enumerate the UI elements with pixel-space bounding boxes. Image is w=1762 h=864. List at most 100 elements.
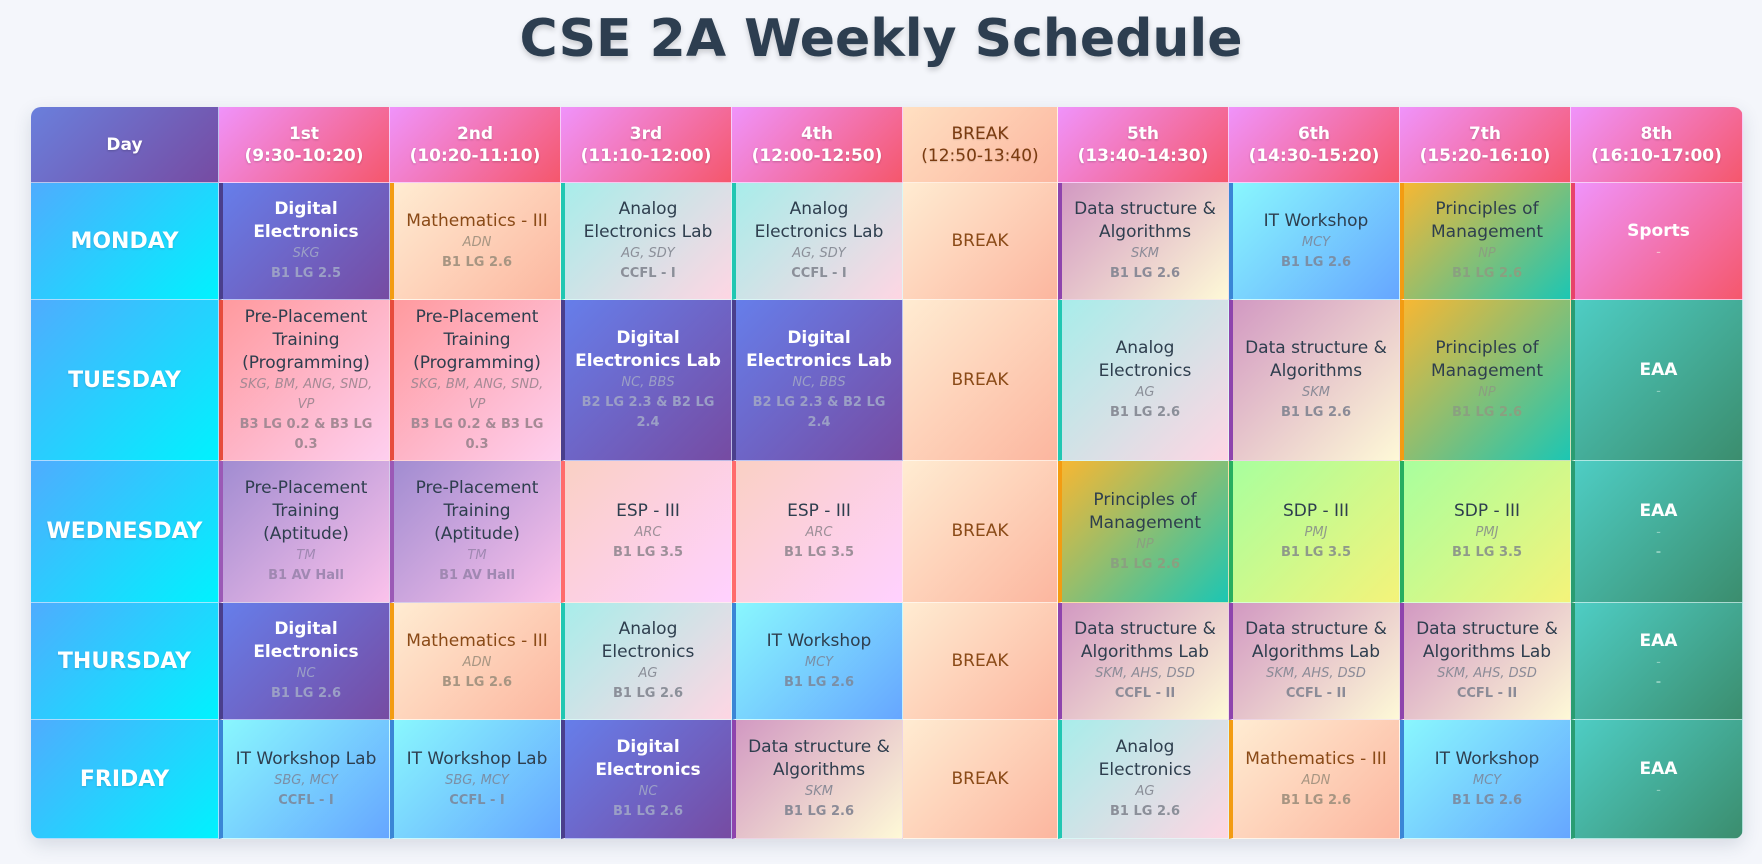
faculty: PMJ xyxy=(1475,525,1499,540)
class-cell[interactable]: Pre-Placement Training (Programming) SKG,… xyxy=(390,300,561,461)
class-cell[interactable]: IT Workshop Lab SBG, MCY CCFL - I xyxy=(390,720,561,839)
period-time: (10:20-11:10) xyxy=(409,145,541,166)
class-cell[interactable]: Analog Electronics AG B1 LG 2.6 xyxy=(1058,720,1229,839)
class-cell[interactable]: Digital Electronics SKG B1 LG 2.5 xyxy=(219,183,390,300)
day-label-thursday: THURSDAY xyxy=(31,603,219,720)
room: B2 LG 2.3 & B2 LG 2.4 xyxy=(581,395,715,430)
room: B1 LG 2.6 xyxy=(1110,556,1180,572)
class-cell[interactable]: Principles of Management NP B1 LG 2.6 xyxy=(1400,300,1571,461)
room: B3 LG 0.2 & B3 LG 0.3 xyxy=(410,416,544,452)
faculty: SKG, BM, ANG, SND, VP xyxy=(410,376,544,412)
room: B1 LG 2.6 xyxy=(784,804,854,819)
room: B1 LG 2.6 xyxy=(271,686,341,701)
class-cell[interactable]: Digital Electronics Lab NC, BBS B2 LG 2.3 … xyxy=(732,300,903,461)
subject: Digital Electronics Lab xyxy=(746,328,892,371)
faculty: ARC xyxy=(634,525,662,540)
class-cell[interactable]: Digital Electronics Lab NC, BBS B2 LG 2.3 … xyxy=(561,300,732,461)
room: B1 LG 2.6 xyxy=(1452,792,1522,808)
period-time: (14:30-15:20) xyxy=(1248,145,1380,166)
class-cell[interactable]: Data structure & Algorithms Lab SKM, AHS,… xyxy=(1400,603,1571,720)
room: CCFL - II xyxy=(1285,686,1347,701)
break-cell: BREAK xyxy=(903,461,1058,603)
class-cell[interactable]: Analog Electronics AG B1 LG 2.6 xyxy=(1058,300,1229,461)
faculty: NC, BBS xyxy=(792,375,846,390)
class-cell[interactable]: Analog Electronics Lab AG, SDY CCFL - I xyxy=(561,183,732,300)
class-cell[interactable]: Mathematics - III ADN B1 LG 2.6 xyxy=(390,183,561,300)
subject: Digital Electronics Lab xyxy=(575,328,721,371)
class-cell[interactable]: Data structure & Algorithms SKM B1 LG 2.6 xyxy=(1229,300,1400,461)
subject: Digital Electronics xyxy=(595,737,701,780)
room: B1 LG 2.6 xyxy=(1281,254,1351,270)
class-cell[interactable]: Sports - xyxy=(1571,183,1743,300)
break-cell: BREAK xyxy=(903,183,1058,300)
day-label-tuesday: TUESDAY xyxy=(31,300,219,461)
page-title: CSE 2A Weekly Schedule xyxy=(519,9,1243,69)
class-cell[interactable]: EAA - - xyxy=(1571,461,1743,603)
class-cell[interactable]: Digital Electronics NC B1 LG 2.6 xyxy=(561,720,732,839)
subject: Principles of Management xyxy=(1431,338,1543,381)
room: B1 LG 2.5 xyxy=(271,266,341,281)
class-cell[interactable]: EAA - xyxy=(1571,300,1743,461)
faculty: - xyxy=(1656,244,1661,260)
class-cell[interactable]: EAA - xyxy=(1571,720,1743,839)
class-cell[interactable]: Mathematics - III ADN B1 LG 2.6 xyxy=(390,603,561,720)
room: CCFL - I xyxy=(620,266,676,281)
faculty: AG xyxy=(638,666,658,681)
class-cell[interactable]: IT Workshop Lab SBG, MCY CCFL - I xyxy=(219,720,390,839)
class-cell[interactable]: Data structure & Algorithms Lab SKM, AHS,… xyxy=(1229,603,1400,720)
room: B1 LG 2.6 xyxy=(1110,266,1180,281)
room: B1 LG 3.5 xyxy=(1452,545,1522,560)
subject: Mathematics - III xyxy=(406,630,548,651)
room: B1 LG 2.6 xyxy=(613,686,683,701)
class-cell[interactable]: Data structure & Algorithms Lab SKM, AHS,… xyxy=(1058,603,1229,720)
class-cell[interactable]: Mathematics - III ADN B1 LG 2.6 xyxy=(1229,720,1400,839)
subject: Data structure & Algorithms xyxy=(1074,199,1216,242)
class-cell[interactable]: Analog Electronics AG B1 LG 2.6 xyxy=(561,603,732,720)
class-cell[interactable]: Data structure & Algorithms SKM B1 LG 2.6 xyxy=(1058,183,1229,300)
class-cell[interactable]: EAA - - xyxy=(1571,603,1743,720)
room: B3 LG 0.2 & B3 LG 0.3 xyxy=(239,416,373,452)
room: CCFL - I xyxy=(791,266,847,281)
class-cell[interactable]: Analog Electronics Lab AG, SDY CCFL - I xyxy=(732,183,903,300)
room: B1 LG 2.6 xyxy=(442,674,512,690)
period-name: 3rd xyxy=(629,123,663,144)
class-cell[interactable]: IT Workshop MCY B1 LG 2.6 xyxy=(1229,183,1400,300)
class-cell[interactable]: Digital Electronics NC B1 LG 2.6 xyxy=(219,603,390,720)
class-cell[interactable]: Principles of Management NP B1 LG 2.6 xyxy=(1400,183,1571,300)
class-cell[interactable]: Principles of Management NP B1 LG 2.6 xyxy=(1058,461,1229,603)
faculty: SKM, AHS, DSD xyxy=(1095,666,1195,681)
room: B1 LG 2.6 xyxy=(1452,405,1522,420)
subject: Pre-Placement Training (Aptitude) xyxy=(244,478,368,544)
subject: Analog Electronics xyxy=(1098,338,1192,381)
period-name: 2nd xyxy=(456,123,494,144)
room: B1 LG 3.5 xyxy=(613,545,683,560)
room: B1 LG 2.6 xyxy=(1452,266,1522,281)
room: B1 LG 3.5 xyxy=(784,545,854,560)
class-cell[interactable]: IT Workshop MCY B1 LG 2.6 xyxy=(1400,720,1571,839)
room: B1 AV Hall xyxy=(268,568,344,583)
class-cell[interactable]: Data structure & Algorithms SKM B1 LG 2.6 xyxy=(732,720,903,839)
faculty: SKM xyxy=(1302,385,1330,400)
class-cell[interactable]: IT Workshop MCY B1 LG 2.6 xyxy=(732,603,903,720)
class-cell[interactable]: ESP - III ARC B1 LG 3.5 xyxy=(561,461,732,603)
subject: Analog Electronics Lab xyxy=(754,199,884,242)
class-cell[interactable]: SDP - III PMJ B1 LG 3.5 xyxy=(1229,461,1400,603)
room: B1 LG 3.5 xyxy=(1281,545,1351,560)
header-period-7: 7th (15:20-16:10) xyxy=(1400,107,1571,183)
subject: IT Workshop xyxy=(766,630,872,651)
subject: IT Workshop xyxy=(1434,748,1540,769)
class-cell[interactable]: SDP - III PMJ B1 LG 3.5 xyxy=(1400,461,1571,603)
faculty: ADN xyxy=(462,654,492,670)
header-period-3: 3rd (11:10-12:00) xyxy=(561,107,732,183)
faculty: - xyxy=(1656,383,1661,399)
break-cell: BREAK xyxy=(903,300,1058,461)
room: CCFL - II xyxy=(1114,686,1176,701)
subject: Analog Electronics xyxy=(601,619,695,662)
class-cell[interactable]: Pre-Placement Training (Aptitude) TM B1 AV… xyxy=(219,461,390,603)
class-cell[interactable]: Pre-Placement Training (Programming) SKG,… xyxy=(219,300,390,461)
class-cell[interactable]: ESP - III ARC B1 LG 3.5 xyxy=(732,461,903,603)
subject: ESP - III xyxy=(616,501,680,521)
class-cell[interactable]: Pre-Placement Training (Aptitude) TM B1 AV… xyxy=(390,461,561,603)
schedule-table: Day 1st (9:30-10:20) 2nd (10:20-11:10) 3rd… xyxy=(31,107,1743,839)
break-label: BREAK xyxy=(951,768,1009,789)
